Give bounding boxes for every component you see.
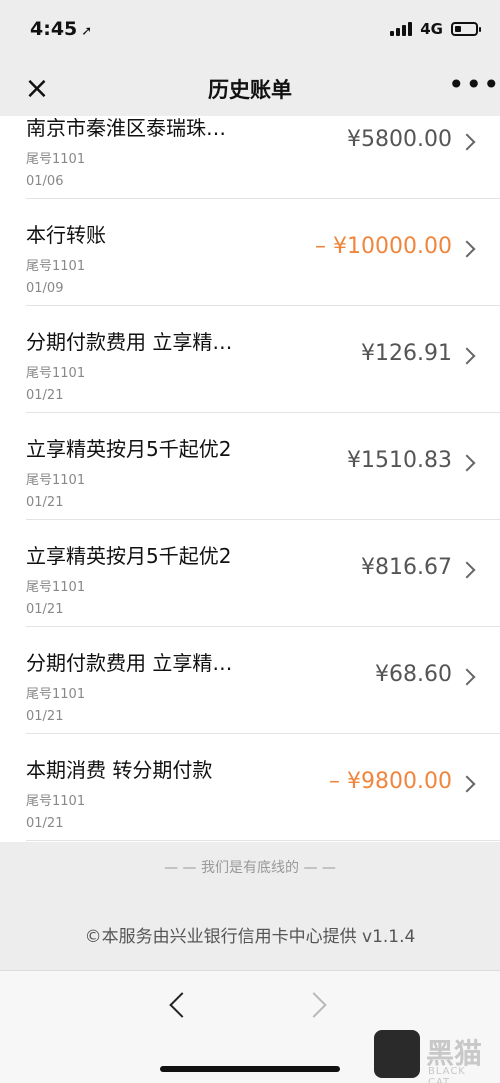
transaction-amount: ¥1510.83 bbox=[347, 448, 452, 473]
status-time: 4:45 ➚ bbox=[30, 18, 92, 40]
transaction-title: 本期消费 转分期付款 bbox=[26, 758, 213, 782]
card-tail-number: 尾号1101 bbox=[26, 473, 86, 488]
forward-arrow-icon[interactable] bbox=[301, 992, 327, 1018]
card-tail-number: 尾号1101 bbox=[26, 687, 86, 702]
transaction-date: 01/21 bbox=[26, 709, 64, 724]
network-type: 4G bbox=[420, 20, 443, 38]
transaction-amount: – ¥9800.00 bbox=[329, 769, 452, 794]
chevron-right-icon bbox=[458, 775, 476, 793]
transaction-amount: – ¥10000.00 bbox=[315, 234, 452, 259]
status-bar: 4:45 ➚ 4G bbox=[0, 0, 500, 62]
transaction-title: 南京市秦淮区泰瑞珠… bbox=[26, 116, 226, 140]
transaction-date: 01/09 bbox=[26, 281, 64, 296]
transaction-amount: ¥816.67 bbox=[361, 555, 452, 580]
transaction-date: 01/21 bbox=[26, 388, 64, 403]
transaction-row[interactable]: 本行转账尾号1101 01/09 – ¥10000.00 bbox=[0, 199, 500, 306]
chevron-right-icon bbox=[458, 240, 476, 258]
more-options-icon[interactable]: ••• bbox=[448, 71, 500, 100]
page-title: 历史账单 bbox=[208, 78, 292, 102]
black-cat-icon bbox=[374, 1030, 420, 1078]
transaction-date: 01/21 bbox=[26, 816, 64, 831]
status-time-text: 4:45 bbox=[30, 18, 78, 40]
watermark-sub: BLACK CAT bbox=[428, 1066, 466, 1083]
card-tail-number: 尾号1101 bbox=[26, 366, 86, 381]
end-of-list-text: — — 我们是有底线的 — — bbox=[164, 860, 336, 876]
transaction-title: 本行转账 bbox=[26, 223, 106, 247]
battery-level bbox=[455, 26, 461, 32]
transaction-title: 立享精英按月5千起优2 bbox=[26, 544, 232, 568]
transaction-row[interactable]: 立享精英按月5千起优2 尾号1101 01/21 ¥816.67 bbox=[0, 520, 500, 627]
card-tail-number: 尾号1101 bbox=[26, 152, 86, 167]
transaction-date: 01/06 bbox=[26, 174, 64, 189]
card-tail-number: 尾号1101 bbox=[26, 794, 86, 809]
chevron-right-icon bbox=[458, 454, 476, 472]
transaction-amount: ¥68.60 bbox=[375, 662, 452, 687]
transaction-amount: ¥5800.00 bbox=[347, 127, 452, 152]
card-tail-number: 尾号1101 bbox=[26, 259, 86, 274]
status-indicators: 4G bbox=[390, 20, 481, 38]
transaction-row[interactable]: 本期消费 转分期付款尾号1101 01/21 – ¥9800.00 bbox=[0, 734, 500, 841]
transaction-title: 立享精英按月5千起优2 bbox=[26, 437, 232, 461]
signal-icon bbox=[390, 22, 413, 36]
transaction-title: 分期付款费用 立享精… bbox=[26, 330, 233, 354]
transaction-date: 01/21 bbox=[26, 602, 64, 617]
transaction-row[interactable]: 立享精英按月5千起优2 尾号1101 01/21 ¥1510.83 bbox=[0, 413, 500, 520]
location-arrow-icon: ➚ bbox=[81, 24, 93, 39]
battery-icon bbox=[451, 22, 481, 36]
watermark-logo: 黑猫 BLACK CAT bbox=[374, 1030, 492, 1083]
chevron-right-icon bbox=[458, 133, 476, 151]
transaction-row[interactable]: 分期付款费用 立享精… 尾号1101 01/21 ¥126.91 bbox=[0, 306, 500, 413]
copyright-text: ©本服务由兴业银行信用卡中心提供 v1.1.4 bbox=[84, 927, 416, 947]
chevron-right-icon bbox=[458, 668, 476, 686]
chevron-right-icon bbox=[458, 561, 476, 579]
row-divider bbox=[26, 840, 500, 841]
back-arrow-icon[interactable] bbox=[169, 992, 195, 1018]
transaction-title: 分期付款费用 立享精… bbox=[26, 651, 233, 675]
transaction-date: 01/21 bbox=[26, 495, 64, 510]
transaction-list: 南京市秦淮区泰瑞珠… 尾号1101 01/06 ¥5800.00 本行转账 尾号1101 0… bbox=[0, 116, 500, 842]
transaction-row[interactable]: 南京市秦淮区泰瑞珠… 尾号1101 01/06 ¥5800.00 bbox=[0, 116, 500, 199]
transaction-amount: ¥126.91 bbox=[361, 341, 452, 366]
transaction-row[interactable]: 分期付款费用 立享精… 尾号1101 01/21 ¥68.60 bbox=[0, 627, 500, 734]
home-indicator[interactable] bbox=[160, 1066, 340, 1072]
chevron-right-icon bbox=[458, 347, 476, 365]
card-tail-number: 尾号1101 bbox=[26, 580, 86, 595]
nav-bar: × 历史账单 ••• bbox=[0, 62, 500, 116]
